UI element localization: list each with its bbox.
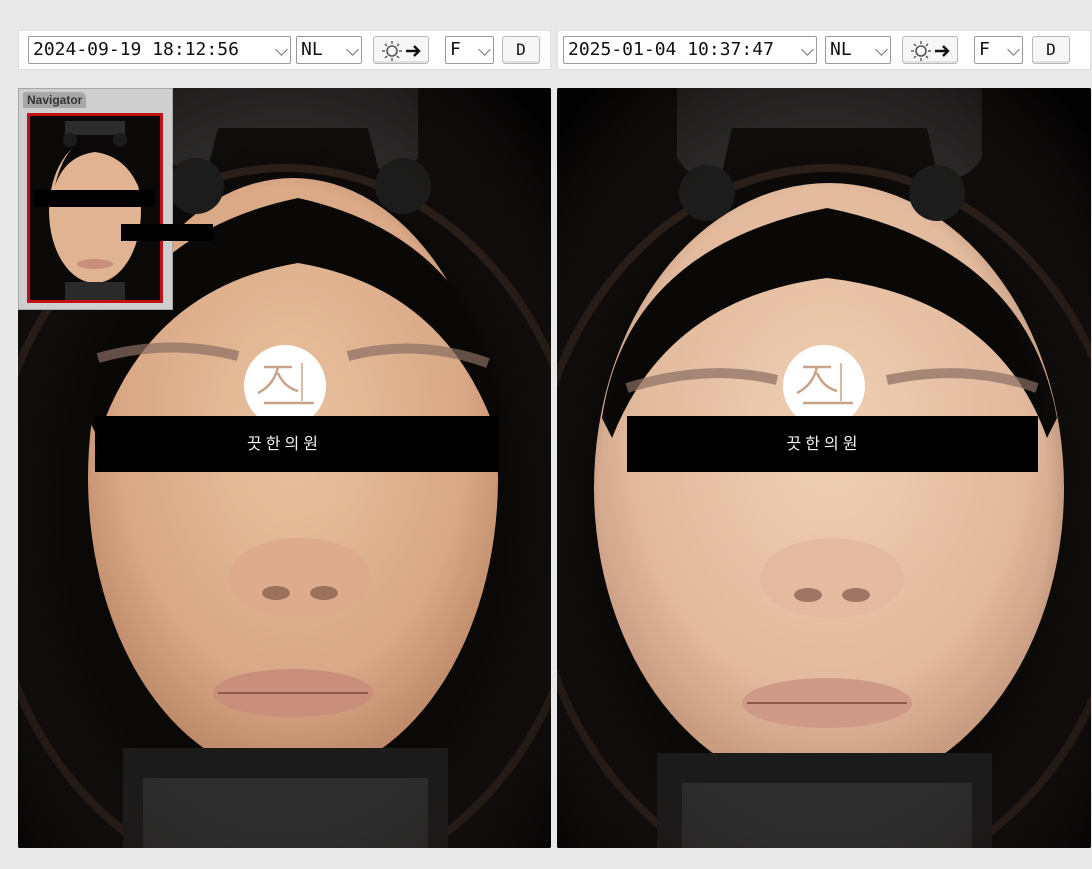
lightbulb-arrow-icon [911,40,950,61]
navigator-panel[interactable]: Navigator [18,88,213,310]
left-d-button[interactable]: D [502,36,540,64]
left-light-toggle-button[interactable] [373,36,429,64]
left-datetime-select[interactable]: 2024-09-19 18:12:56 [28,36,291,64]
left-view-select[interactable]: F [445,36,494,64]
navigator-title: Navigator [23,92,87,108]
chevron-down-icon [478,43,491,56]
right-toolbar: 2025-01-04 10:37:47 NL F D [557,30,1091,70]
clinic-logo-mark [796,363,853,405]
navigator-viewport[interactable] [27,113,163,303]
lightbulb-arrow-icon [382,40,421,61]
right-datetime-select[interactable]: 2025-01-04 10:37:47 [563,36,817,64]
left-light-mode-select[interactable]: NL [296,36,362,64]
chevron-down-icon [801,43,814,56]
navigator-redaction-bar-2 [121,224,213,241]
right-d-button[interactable]: D [1032,36,1070,64]
right-view-select[interactable]: F [974,36,1023,64]
left-light-mode-value: NL [301,39,323,60]
left-datetime-value: 2024-09-19 18:12:56 [33,39,239,60]
right-datetime-value: 2025-01-04 10:37:47 [568,39,774,60]
clinic-logo [243,345,326,427]
right-light-toggle-button[interactable] [902,36,958,64]
right-light-mode-select[interactable]: NL [825,36,891,64]
navigator-thumbnail [30,116,160,300]
clinic-watermark: 끗한의원 [786,434,862,453]
clinic-logo-mark [256,363,314,405]
right-view-value: F [979,39,990,60]
chevron-down-icon [275,43,288,56]
right-face-photo: 끗한의원 [557,88,1091,848]
clinic-watermark: 끗한의원 [247,434,322,453]
chevron-down-icon [346,43,359,56]
clinic-logo [783,345,865,427]
navigator-redaction-bar [34,190,155,207]
chevron-down-icon [875,43,888,56]
right-light-mode-value: NL [830,39,852,60]
left-view-value: F [450,39,461,60]
chevron-down-icon [1007,43,1020,56]
left-toolbar: 2024-09-19 18:12:56 NL F D [18,30,551,70]
